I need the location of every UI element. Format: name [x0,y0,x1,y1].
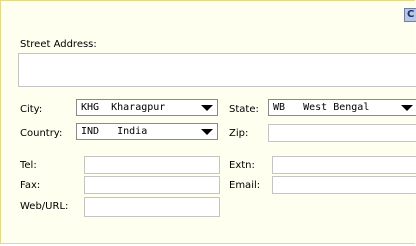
city-label: City: [20,104,43,115]
state-label: State: [229,104,259,115]
zip-label: Zip: [229,128,249,139]
email-label: Email: [229,180,261,191]
email-input[interactable] [272,176,416,194]
country-label: Country: [20,128,63,139]
extn-label: Extn: [229,160,255,171]
fax-label: Fax: [20,180,41,191]
extn-input[interactable] [272,156,416,174]
city-select-value: KHG Kharagpur [81,102,166,113]
street-address-label: Street Address: [20,39,97,50]
city-select[interactable]: KHG Kharagpur [76,99,218,116]
country-select-value: IND India [81,126,148,137]
web-url-input[interactable] [84,197,220,217]
zip-input[interactable] [268,124,416,142]
chevron-down-icon[interactable] [197,124,217,139]
fax-input[interactable] [84,176,220,194]
tel-label: Tel: [20,160,37,171]
state-select-value: WB West Bengal [273,102,370,113]
chevron-down-icon[interactable] [397,100,416,115]
country-select[interactable]: IND India [76,123,218,140]
state-select[interactable]: WB West Bengal [268,99,416,116]
web-url-label: Web/URL: [20,201,69,212]
chevron-down-icon[interactable] [197,100,217,115]
corner-button[interactable]: C [404,8,416,22]
street-address-input[interactable] [18,53,416,87]
tel-input[interactable] [84,156,220,174]
